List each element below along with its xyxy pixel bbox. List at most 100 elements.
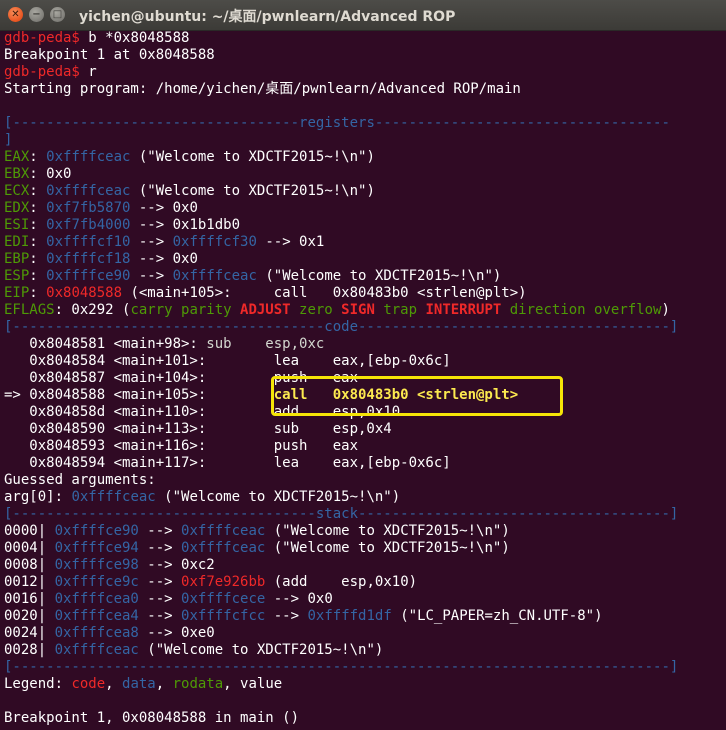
terminal-text: 0028| <box>4 642 55 658</box>
terminal-text: : <box>29 149 47 165</box>
terminal-text: 0xffffcf30 <box>172 234 257 250</box>
terminal-text: 0xffffcea8 <box>54 625 139 641</box>
terminal-text: carry parity <box>130 302 241 318</box>
close-icon: ✕ <box>11 8 20 20</box>
terminal-text: code <box>71 676 106 692</box>
terminal-text: EDX <box>4 200 30 216</box>
terminal-text: EBX <box>4 166 30 182</box>
terminal-text: b *0x8048588 <box>88 30 190 46</box>
terminal-text: 0x8048584 <main+101>: lea eax,[ebp-0x6c] <box>4 353 451 369</box>
terminal-text: Legend: <box>4 676 72 692</box>
terminal-line: 0012| 0xffffce9c --> 0xf7e926bb (add esp… <box>4 574 724 591</box>
terminal-text: ] <box>4 132 13 148</box>
terminal-line: Breakpoint 1, 0x08048588 in main () <box>4 710 724 727</box>
terminal-text: --> 0xe0 <box>138 625 215 641</box>
terminal-text: 0xffffce94 <box>54 540 139 556</box>
terminal-line: 0x8048590 <main+113>: sub esp,0x4 <box>4 421 724 438</box>
terminal-text: 0024| <box>4 625 55 641</box>
terminal-line: Starting program: /home/yichen/桌面/pwnlea… <box>4 81 724 98</box>
terminal-text: --> 0x0 <box>130 251 198 267</box>
terminal-line: 0x8048594 <main+117>: lea eax,[ebp-0x6c] <box>4 455 724 472</box>
terminal-text: Breakpoint 1 at 0x8048588 <box>4 47 215 63</box>
terminal-line: 0008| 0xffffce98 --> 0xc2 <box>4 557 724 574</box>
close-window-button[interactable]: ✕ <box>8 7 23 22</box>
terminal-text: 0xf7fb4000 <box>46 217 131 233</box>
terminal-text: 0x8048593 <main+116>: push eax <box>4 438 359 454</box>
terminal-text: ECX <box>4 183 30 199</box>
terminal-text: 0xffffceac <box>181 523 266 539</box>
terminal-text: , <box>155 676 173 692</box>
terminal-line: EBX: 0x0 <box>4 166 724 183</box>
terminal-text: --> <box>265 608 308 624</box>
terminal-text: , value <box>223 676 283 692</box>
terminal-text: ("Welcome to XDCTF2015~!\n") <box>256 268 502 284</box>
terminal-text: 0xffffceac <box>172 268 257 284</box>
maximize-window-button[interactable]: □ <box>50 7 65 22</box>
terminal-line: [---------------------------------------… <box>4 659 724 676</box>
terminal-line: EBP: 0xffffcf18 --> 0x0 <box>4 251 724 268</box>
terminal-text: : <box>29 251 47 267</box>
terminal-text: 0004| <box>4 540 55 556</box>
terminal-text: --> 0xc2 <box>138 557 215 573</box>
terminal-text: 0xffffceac <box>181 540 266 556</box>
terminal-text: --> 0x1b1db0 <box>130 217 241 233</box>
terminal-text: sub esp,0xc <box>197 336 325 352</box>
terminal-text: 0012| <box>4 574 55 590</box>
terminal-text: arg[0]: <box>4 489 72 505</box>
terminal-text: [------------------------------------sta… <box>4 506 679 522</box>
terminal-text: --> <box>138 540 182 556</box>
terminal-line: EAX: 0xffffceac ("Welcome to XDCTF2015~!… <box>4 149 724 166</box>
terminal-text: gdb-peda$ <box>4 30 89 46</box>
terminal-line: EDX: 0xf7fb5870 --> 0x0 <box>4 200 724 217</box>
terminal-text: direction overflow <box>501 302 662 318</box>
terminal-line: ECX: 0xffffceac ("Welcome to XDCTF2015~!… <box>4 183 724 200</box>
terminal-text: 0016| <box>4 591 55 607</box>
terminal-text: ("Welcome to XDCTF2015~!\n") <box>265 540 510 556</box>
terminal-text: : 0x292 ( <box>54 302 131 318</box>
terminal-text: 0020| <box>4 608 55 624</box>
terminal-text: --> <box>138 523 182 539</box>
terminal-text: 0008| <box>4 557 55 573</box>
terminal-text: EFLAGS <box>4 302 55 318</box>
terminal-text: ("LC_PAPER=zh_CN.UTF-8") <box>391 608 603 624</box>
terminal-text: 0xffffcf18 <box>46 251 131 267</box>
terminal-line: arg[0]: 0xffffceac ("Welcome to XDCTF201… <box>4 489 724 506</box>
terminal-text: trap <box>374 302 426 318</box>
terminal-line: 0024| 0xffffcea8 --> 0xe0 <box>4 625 724 642</box>
terminal-line: EDI: 0xffffcf10 --> 0xffffcf30 --> 0x1 <box>4 234 724 251</box>
terminal-text: 0x8048588 <box>46 285 123 301</box>
terminal-text: [---------------------------------------… <box>4 659 679 675</box>
terminal-text: : <box>29 268 47 284</box>
terminal-text: ) <box>661 302 670 318</box>
terminal-text: 0xffffceac <box>46 149 131 165</box>
terminal-text: 0xf7fb5870 <box>46 200 131 216</box>
terminal-line: 0x8048581 <main+98>: sub esp,0xc <box>4 336 724 353</box>
window-title: yichen@ubuntu: ~/桌面/pwnlearn/Advanced RO… <box>79 9 456 25</box>
terminal-text: 0xffffce90 <box>46 268 131 284</box>
terminal-text: , <box>105 676 123 692</box>
maximize-icon: □ <box>52 8 63 20</box>
terminal-line: Legend: code, data, rodata, value <box>4 676 724 693</box>
terminal-text: Guessed arguments: <box>4 472 156 488</box>
terminal-text: 0xffffce9c <box>54 574 139 590</box>
terminal-text: EAX <box>4 149 30 165</box>
terminal-text: 0xffffd1df <box>307 608 392 624</box>
window-titlebar: ✕ − □ yichen@ubuntu: ~/桌面/pwnlearn/Advan… <box>0 0 726 31</box>
terminal-text: ("Welcome to XDCTF2015~!\n") <box>130 183 375 199</box>
terminal-line: [------------------------------------sta… <box>4 506 724 523</box>
terminal-line: ESP: 0xffffce90 --> 0xffffceac ("Welcome… <box>4 268 724 285</box>
terminal-text: (add esp,0x10) <box>265 574 418 590</box>
terminal-text: 0xf7e926bb <box>181 574 266 590</box>
terminal-text: --> <box>138 591 182 607</box>
terminal-text: : 0x0 <box>29 166 72 182</box>
terminal-text: ----------------------------------regist… <box>12 115 670 131</box>
terminal-text: : <box>29 234 47 250</box>
terminal-line: Breakpoint 1 at 0x8048588 <box>4 47 724 64</box>
terminal-text: ("Welcome to XDCTF2015~!\n") <box>265 523 510 539</box>
terminal-text: rodata <box>172 676 224 692</box>
minimize-window-button[interactable]: − <box>29 7 44 22</box>
terminal-text: 0xffffcea4 <box>54 608 139 624</box>
terminal-line: 0000| 0xffffce90 --> 0xffffceac ("Welcom… <box>4 523 724 540</box>
